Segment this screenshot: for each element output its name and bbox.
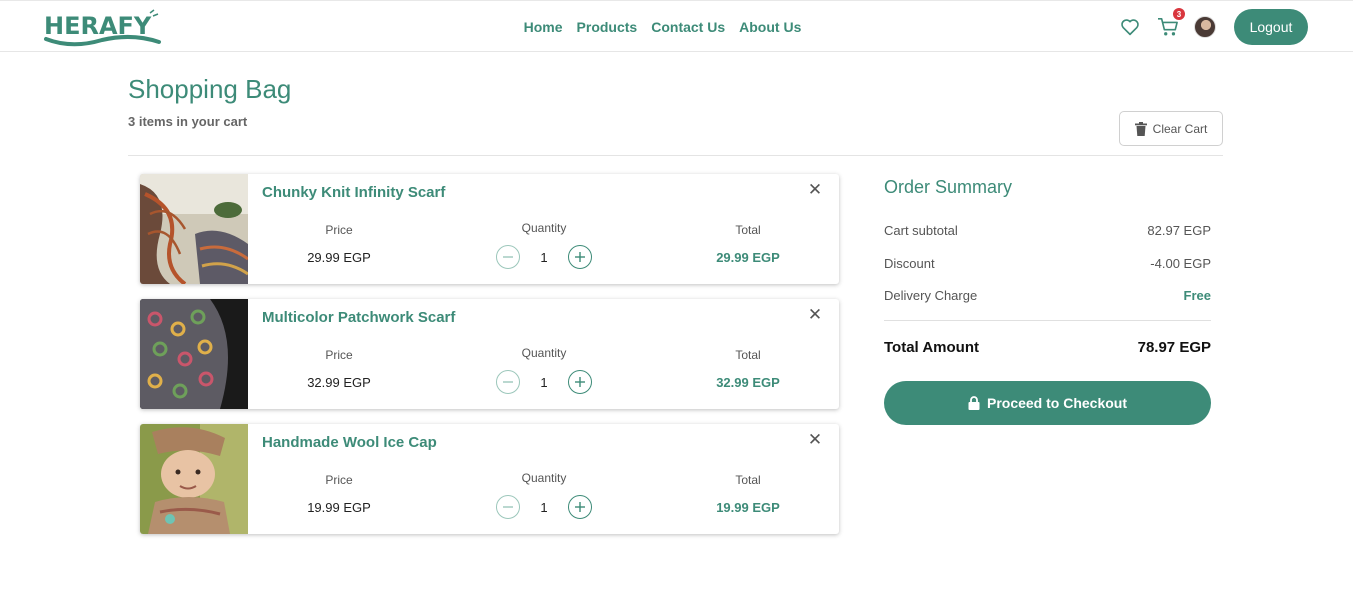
remove-item-button[interactable]: ✕: [807, 430, 823, 450]
item-name[interactable]: Multicolor Patchwork Scarf: [262, 309, 455, 326]
price-label: Price: [325, 473, 353, 487]
trash-icon: [1134, 121, 1147, 136]
total-amount-value: 78.97 EGP: [1137, 339, 1211, 356]
cart-item: Handmade Wool Ice Cap ✕ Price 19.99 EGP …: [140, 424, 839, 534]
increase-quantity-button[interactable]: [567, 245, 592, 269]
decrease-quantity-button[interactable]: [496, 245, 520, 269]
increase-quantity-button[interactable]: [567, 370, 592, 394]
discount-row: Discount -4.00 EGP: [884, 256, 1211, 271]
delivery-label: Delivery Charge: [884, 288, 978, 303]
decrease-quantity-button[interactable]: [496, 495, 520, 519]
total-label: Total: [735, 223, 761, 237]
cart-item: Multicolor Patchwork Scarf ✕ Price 32.99…: [140, 299, 839, 409]
quantity-value: 1: [540, 499, 548, 515]
nav-home-link[interactable]: Home: [524, 19, 563, 35]
delivery-value: Free: [1183, 288, 1211, 303]
lock-icon: [968, 396, 980, 410]
quantity-label: Quantity: [521, 346, 567, 360]
patchwork-scarf-image[interactable]: [140, 299, 248, 409]
item-price: 29.99 EGP: [307, 250, 371, 265]
logout-button[interactable]: Logout: [1234, 9, 1308, 45]
nav-contact-link[interactable]: Contact Us: [651, 19, 725, 35]
wishlist-button[interactable]: [1118, 15, 1142, 39]
user-avatar[interactable]: [1194, 16, 1216, 38]
quantity-value: 1: [540, 374, 548, 390]
discount-label: Discount: [884, 256, 935, 271]
quantity-stepper: 1: [496, 495, 592, 519]
clear-cart-label: Clear Cart: [1152, 121, 1208, 136]
remove-item-button[interactable]: ✕: [807, 180, 823, 200]
order-summary-title: Order Summary: [884, 177, 1013, 197]
knit-scarf-image[interactable]: [140, 174, 248, 284]
delivery-row: Delivery Charge Free: [884, 288, 1211, 303]
plus-icon: [574, 252, 585, 262]
item-total: 29.99 EGP: [716, 250, 780, 265]
nav-products-link[interactable]: Products: [577, 19, 638, 35]
minus-icon: [503, 256, 513, 258]
navbar: HERAFY Home Products Contact Us About Us…: [0, 0, 1353, 52]
subtotal-value: 82.97 EGP: [1147, 223, 1211, 238]
cart-count-badge: 3: [1173, 8, 1185, 20]
item-total: 32.99 EGP: [716, 375, 780, 390]
quantity-stepper: 1: [496, 245, 592, 269]
remove-item-button[interactable]: ✕: [807, 305, 823, 325]
quantity-label: Quantity: [521, 471, 567, 485]
item-price: 32.99 EGP: [307, 375, 371, 390]
cart-items-count: 3 items in your cart: [128, 114, 248, 129]
item-name[interactable]: Chunky Knit Infinity Scarf: [262, 184, 445, 201]
quantity-value: 1: [540, 249, 548, 265]
subtotal-label: Cart subtotal: [884, 223, 958, 238]
total-label: Total: [735, 348, 761, 362]
checkout-label: Proceed to Checkout: [986, 395, 1128, 411]
plus-icon: [574, 502, 585, 512]
cart-icon: [1158, 18, 1178, 36]
heart-icon: [1121, 19, 1139, 36]
nav-about-link[interactable]: About Us: [739, 19, 801, 35]
quantity-label: Quantity: [521, 221, 567, 235]
header-divider: [128, 155, 1223, 156]
minus-icon: [503, 506, 513, 508]
item-name[interactable]: Handmade Wool Ice Cap: [262, 434, 437, 451]
decrease-quantity-button[interactable]: [496, 370, 520, 394]
discount-value: -4.00 EGP: [1150, 256, 1211, 271]
clear-cart-button[interactable]: Clear Cart: [1119, 111, 1223, 146]
minus-icon: [503, 381, 513, 383]
proceed-to-checkout-button[interactable]: Proceed to Checkout: [884, 381, 1211, 425]
price-label: Price: [325, 223, 353, 237]
cart-button[interactable]: 3: [1156, 8, 1185, 39]
subtotal-row: Cart subtotal 82.97 EGP: [884, 223, 1211, 238]
wool-cap-image[interactable]: [140, 424, 248, 534]
plus-icon: [574, 377, 585, 387]
page-title: Shopping Bag: [128, 74, 292, 104]
item-total: 19.99 EGP: [716, 500, 780, 515]
summary-divider: [884, 320, 1211, 321]
quantity-stepper: 1: [496, 370, 592, 394]
total-amount-row: Total Amount 78.97 EGP: [884, 339, 1211, 356]
cart-item: Chunky Knit Infinity Scarf ✕ Price 29.99…: [140, 174, 839, 284]
nav-actions: 3 Logout: [1118, 8, 1308, 45]
total-label: Total: [735, 473, 761, 487]
increase-quantity-button[interactable]: [567, 495, 592, 519]
total-amount-label: Total Amount: [884, 339, 979, 356]
item-price: 19.99 EGP: [307, 500, 371, 515]
price-label: Price: [325, 348, 353, 362]
